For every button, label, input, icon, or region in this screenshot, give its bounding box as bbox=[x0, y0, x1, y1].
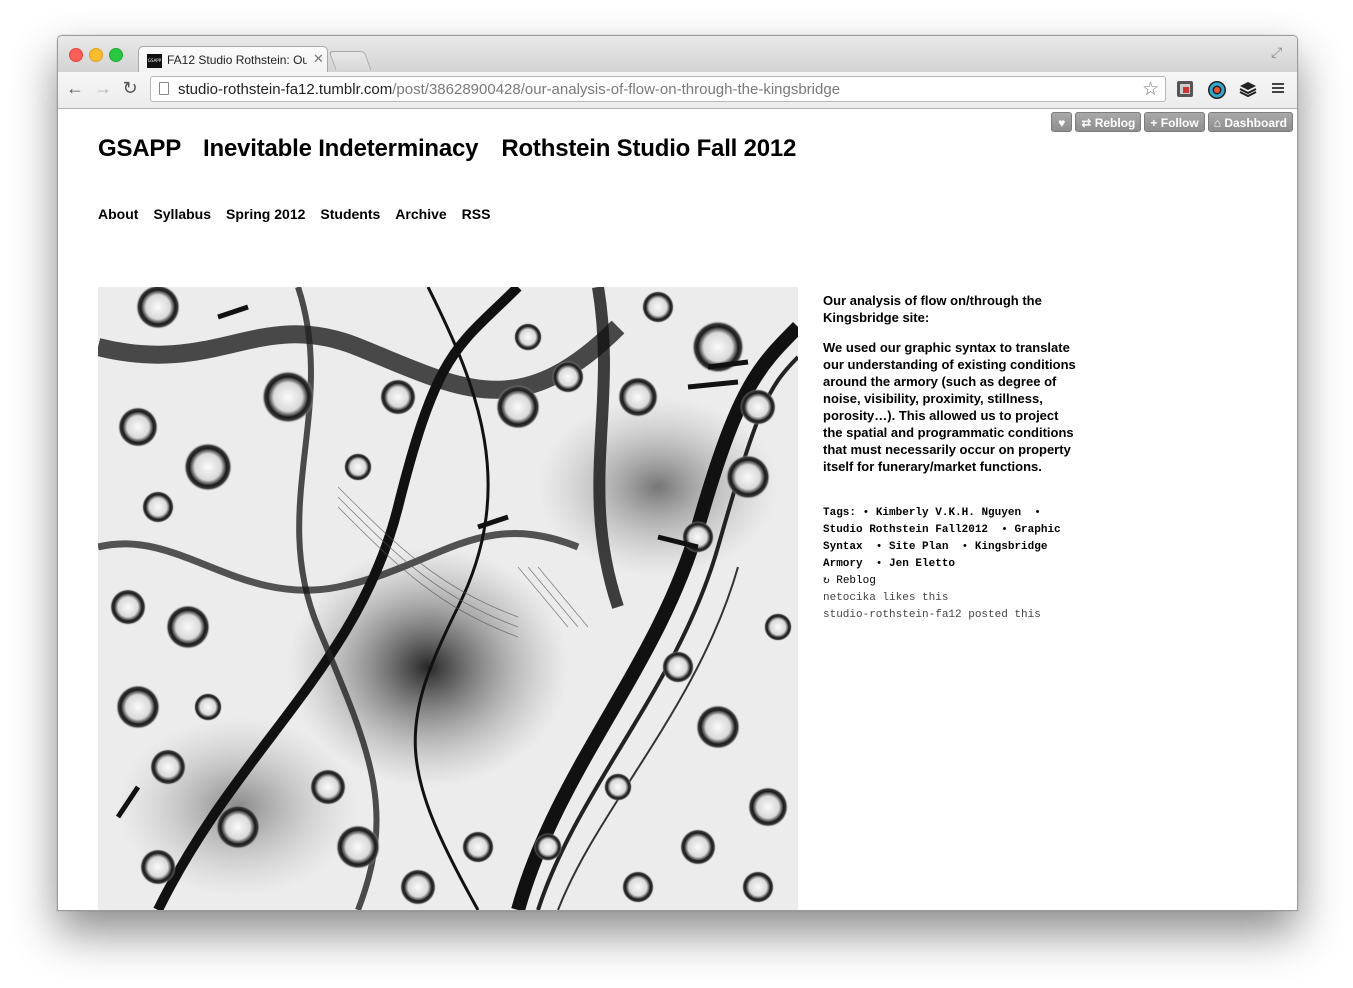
reload-icon[interactable]: ↻ bbox=[119, 78, 141, 99]
post-photo[interactable] bbox=[98, 287, 798, 910]
nav-archive[interactable]: Archive bbox=[395, 206, 446, 222]
site-title-primary[interactable]: Inevitable Indeterminacy bbox=[203, 135, 479, 162]
caption-heading: Our analysis of flow on/through the King… bbox=[823, 293, 1042, 325]
browser-toolbar: ← → ↻ studio-rothstein-fa12.tumblr.com/p… bbox=[58, 72, 1297, 109]
nav-syllabus[interactable]: Syllabus bbox=[153, 206, 211, 222]
minimize-window-button[interactable] bbox=[89, 48, 103, 62]
chrome-menu-icon[interactable] bbox=[1268, 80, 1288, 100]
tags-label: Tags: bbox=[823, 507, 857, 519]
nav-students[interactable]: Students bbox=[320, 206, 380, 222]
tags-list: Tags: • Kimberly V.K.H. Nguyen • Studio … bbox=[823, 507, 1061, 570]
page-icon bbox=[159, 82, 169, 95]
tag-link[interactable]: Site Plan bbox=[889, 541, 948, 553]
nav-spring-2012[interactable]: Spring 2012 bbox=[226, 206, 305, 222]
new-tab-button[interactable] bbox=[328, 51, 372, 70]
url-text: studio-rothstein-fa12.tumblr.com/post/38… bbox=[178, 81, 840, 98]
nav-about[interactable]: About bbox=[98, 206, 138, 222]
url-path: /post/38628900428/our-analysis-of-flow-o… bbox=[392, 81, 841, 98]
like-button[interactable]: ♥ bbox=[1051, 112, 1073, 132]
reblog-link[interactable]: ↻ Reblog bbox=[823, 573, 1077, 590]
bookmark-star-icon[interactable]: ☆ bbox=[1142, 78, 1159, 101]
reblog-button[interactable]: ⇄ Reblog bbox=[1075, 112, 1142, 132]
caption-body: We used our graphic syntax to translate … bbox=[823, 340, 1076, 474]
follow-button[interactable]: + Follow bbox=[1144, 112, 1205, 132]
close-window-button[interactable] bbox=[69, 48, 83, 62]
note-posted[interactable]: studio-rothstein-fa12 posted this bbox=[823, 607, 1077, 624]
post-caption: Our analysis of flow on/through the King… bbox=[823, 292, 1077, 488]
zoom-window-button[interactable] bbox=[109, 48, 123, 62]
tab-active[interactable]: GSAPP FA12 Studio Rothstein: Our analysi… bbox=[138, 46, 328, 73]
tab-favicon-icon: GSAPP bbox=[147, 54, 162, 68]
note-like[interactable]: netocika likes this bbox=[823, 590, 1077, 607]
site-title-secondary[interactable]: Rothstein Studio Fall 2012 bbox=[501, 135, 796, 162]
tag-link[interactable]: Kimberly V.K.H. Nguyen bbox=[876, 507, 1021, 519]
tab-strip: GSAPP FA12 Studio Rothstein: Our analysi… bbox=[58, 36, 1297, 73]
main-nav: About Syllabus Spring 2012 Students Arch… bbox=[98, 206, 490, 222]
dashboard-button[interactable]: ⌂ Dashboard bbox=[1207, 112, 1293, 132]
browser-window: GSAPP FA12 Studio Rothstein: Our analysi… bbox=[57, 35, 1298, 911]
back-arrow-icon[interactable]: ← bbox=[64, 78, 86, 99]
site-header: GSAPP Inevitable Indeterminacy Rothstein S… bbox=[98, 135, 819, 163]
tab-close-icon[interactable]: ✕ bbox=[313, 51, 324, 67]
abstract-drawing-image bbox=[98, 287, 798, 910]
extension-layers-icon[interactable] bbox=[1238, 80, 1258, 100]
forward-arrow-icon[interactable]: → bbox=[92, 78, 114, 99]
extension-color-picker-icon[interactable] bbox=[1207, 80, 1227, 100]
tag-link[interactable]: Jen Eletto bbox=[889, 558, 955, 570]
url-domain: studio-rothstein-fa12.tumblr.com bbox=[178, 81, 393, 98]
page-content: ♥ ⇄ Reblog + Follow ⌂ Dashboard GSAPP Ine… bbox=[58, 109, 1297, 910]
extension-screenshot-icon[interactable] bbox=[1175, 80, 1195, 100]
address-bar[interactable]: studio-rothstein-fa12.tumblr.com/post/38… bbox=[150, 76, 1166, 102]
nav-rss[interactable]: RSS bbox=[462, 206, 491, 222]
fullscreen-icon[interactable]: ⤢ bbox=[1271, 44, 1287, 60]
tab-title: FA12 Studio Rothstein: Our analysis of f… bbox=[167, 53, 307, 67]
brand-logo[interactable]: GSAPP bbox=[98, 135, 181, 162]
post-meta: Tags: • Kimberly V.K.H. Nguyen • Studio … bbox=[823, 505, 1077, 624]
tumblr-controls: ♥ ⇄ Reblog + Follow ⌂ Dashboard bbox=[1051, 112, 1293, 132]
tag-link[interactable]: Studio Rothstein Fall2012 bbox=[823, 524, 988, 536]
